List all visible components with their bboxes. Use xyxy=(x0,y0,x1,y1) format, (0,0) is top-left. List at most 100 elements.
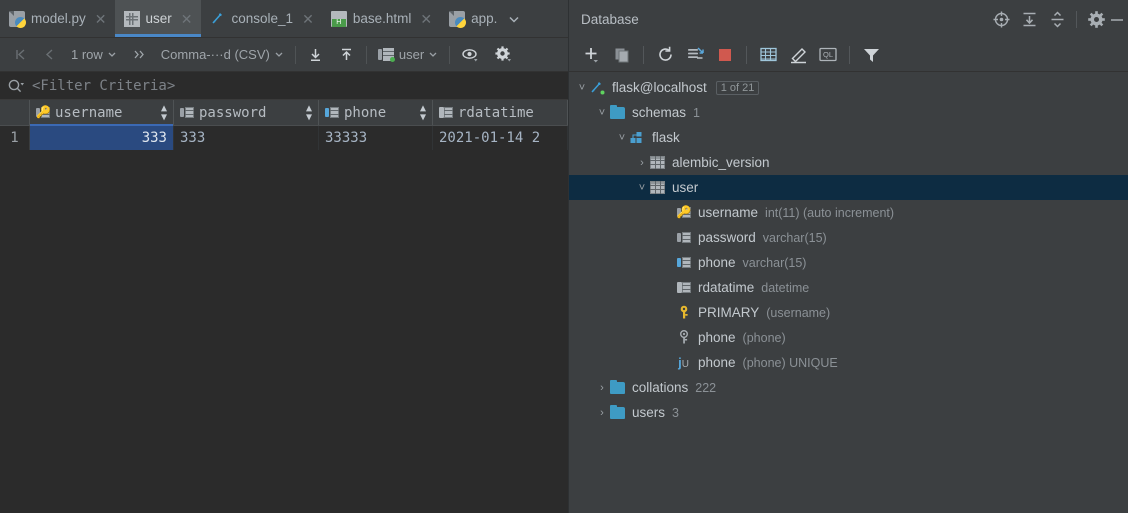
next-page-icon[interactable] xyxy=(124,42,154,68)
editor-tab-console-1[interactable]: console_1 ✕ xyxy=(201,0,322,37)
column-plain-icon xyxy=(439,106,453,119)
cell-username[interactable]: 333 xyxy=(30,126,174,150)
expand-all-icon[interactable] xyxy=(1015,6,1043,32)
editor-tab-model-py[interactable]: model.py ✕ xyxy=(0,0,115,37)
key-columns: (phone) UNIQUE xyxy=(742,355,838,370)
tree-node-primary-key[interactable]: PRIMARY (username) xyxy=(569,300,1128,325)
download-icon[interactable] xyxy=(300,42,331,68)
datasource-icon xyxy=(589,80,606,95)
minimize-icon[interactable] xyxy=(1110,6,1124,32)
chevron-right-icon[interactable]: › xyxy=(635,157,649,169)
column-header-label: rdatatime xyxy=(458,104,534,121)
gear-icon[interactable] xyxy=(487,42,520,68)
column-header-label: username xyxy=(55,104,123,121)
tree-node-column-phone[interactable]: phone varchar(15) xyxy=(569,250,1128,275)
tab-label: console_1 xyxy=(231,11,294,26)
filter-criteria-placeholder: <Filter Criteria> xyxy=(32,77,176,94)
editor-tab-user[interactable]: user ✕ xyxy=(114,0,201,37)
tree-node-datasource[interactable]: ˅ flask@localhost 1 of 21 xyxy=(569,75,1128,100)
table-icon xyxy=(123,10,140,27)
close-icon[interactable]: ✕ xyxy=(420,12,432,26)
column-header-phone[interactable]: phone ▲ ▼ xyxy=(319,100,433,125)
collapse-all-icon[interactable] xyxy=(1043,6,1071,32)
tree-node-column-username[interactable]: 🔑 username int(11) (auto increment) xyxy=(569,200,1128,225)
search-icon xyxy=(7,78,25,94)
close-icon[interactable]: ✕ xyxy=(95,12,107,26)
session-label: user xyxy=(398,47,425,62)
close-icon[interactable]: ✕ xyxy=(302,12,314,26)
tree-node-label: flask xyxy=(652,130,680,145)
editor-tab-app-py[interactable]: app. xyxy=(440,0,505,37)
chevron-right-icon[interactable]: › xyxy=(595,407,609,419)
prev-page-icon[interactable] xyxy=(35,42,64,68)
tree-node-label: phone xyxy=(698,355,736,370)
column-header-password[interactable]: password ▲ ▼ xyxy=(174,100,319,125)
sort-indicator-icon[interactable]: ▲ ▼ xyxy=(161,103,167,122)
sort-indicator-icon[interactable]: ▲ ▼ xyxy=(420,103,426,122)
tree-node-users[interactable]: › users 3 xyxy=(569,400,1128,425)
tree-node-count: 1 xyxy=(693,105,700,120)
tree-node-count: 3 xyxy=(672,405,679,420)
tree-node-label: phone xyxy=(698,330,736,345)
table-row[interactable]: 1 333 333 33333 2021-01-14 2 xyxy=(0,126,568,150)
column-header-label: phone xyxy=(344,104,387,121)
column-icon xyxy=(180,106,194,119)
editor-tab-base-html[interactable]: base.html ✕ xyxy=(322,0,440,37)
result-grid: 🔑 username ▲ ▼ password ▲ ▼ phone ▲ ▼ rd… xyxy=(0,100,568,513)
database-panel-header: Database xyxy=(569,0,1128,38)
primary-key-icon xyxy=(675,305,692,320)
filter-criteria-bar[interactable]: <Filter Criteria> xyxy=(0,72,568,100)
column-header-label: password xyxy=(199,104,267,121)
tree-node-label: PRIMARY xyxy=(698,305,760,320)
table-icon[interactable] xyxy=(753,42,783,68)
tree-node-table-user[interactable]: ˅ user xyxy=(569,175,1128,200)
chevron-down-icon[interactable]: ˅ xyxy=(615,132,629,144)
python-file-icon xyxy=(9,10,26,28)
toolbar-divider xyxy=(746,45,747,64)
sync-icon[interactable] xyxy=(680,42,710,68)
stop-icon[interactable] xyxy=(710,42,740,68)
eye-icon[interactable] xyxy=(454,42,487,68)
sort-indicator-icon[interactable]: ▲ ▼ xyxy=(306,103,312,122)
column-header-rdatatime[interactable]: rdatatime xyxy=(433,100,568,125)
chevron-right-icon[interactable]: › xyxy=(595,382,609,394)
tree-node-column-password[interactable]: password varchar(15) xyxy=(569,225,1128,250)
toolbar-divider xyxy=(643,45,644,64)
chevron-down-icon[interactable]: ˅ xyxy=(595,107,609,119)
database-toolbar: QL xyxy=(569,38,1128,72)
console-icon xyxy=(210,11,226,27)
tree-node-table-alembic-version[interactable]: › alembic_version xyxy=(569,150,1128,175)
chevron-down-icon[interactable]: ˅ xyxy=(635,182,649,194)
add-icon[interactable] xyxy=(577,42,607,68)
output-format-dropdown[interactable]: Comma-···d (CSV) xyxy=(154,42,291,68)
session-dropdown[interactable]: user xyxy=(371,42,445,68)
tree-node-column-rdatatime[interactable]: rdatatime datetime xyxy=(569,275,1128,300)
table-icon xyxy=(649,156,666,169)
edit-icon[interactable] xyxy=(783,42,813,68)
cell-password[interactable]: 333 xyxy=(174,126,319,150)
column-header-username[interactable]: 🔑 username ▲ ▼ xyxy=(30,100,174,126)
row-count-dropdown[interactable]: 1 row xyxy=(64,42,124,68)
column-type: int(11) (auto increment) xyxy=(765,205,895,220)
tree-node-schema-flask[interactable]: ˅ flask xyxy=(569,125,1128,150)
tab-overflow-chevron-down-icon[interactable] xyxy=(505,0,529,37)
close-icon[interactable]: ✕ xyxy=(181,12,193,26)
filter-icon[interactable] xyxy=(856,42,886,68)
toolbar-divider xyxy=(849,45,850,64)
tree-node-collations[interactable]: › collations 222 xyxy=(569,375,1128,400)
header-divider xyxy=(1076,10,1077,28)
upload-icon[interactable] xyxy=(331,42,362,68)
cell-rdatatime[interactable]: 2021-01-14 2 xyxy=(433,126,568,150)
tree-node-schemas[interactable]: ˅ schemas 1 xyxy=(569,100,1128,125)
chevron-down-icon[interactable]: ˅ xyxy=(575,82,589,94)
first-page-icon[interactable] xyxy=(6,42,35,68)
gear-icon[interactable] xyxy=(1082,6,1110,32)
copy-icon[interactable] xyxy=(607,42,637,68)
refresh-icon[interactable] xyxy=(650,42,680,68)
cell-phone[interactable]: 33333 xyxy=(319,126,433,150)
column-type: varchar(15) xyxy=(762,230,827,245)
tree-node-index-phone[interactable]: phone (phone) xyxy=(569,325,1128,350)
ql-console-icon[interactable]: QL xyxy=(813,42,843,68)
tree-node-unique-index-phone[interactable]: jU phone (phone) UNIQUE xyxy=(569,350,1128,375)
locate-icon[interactable] xyxy=(987,6,1015,32)
